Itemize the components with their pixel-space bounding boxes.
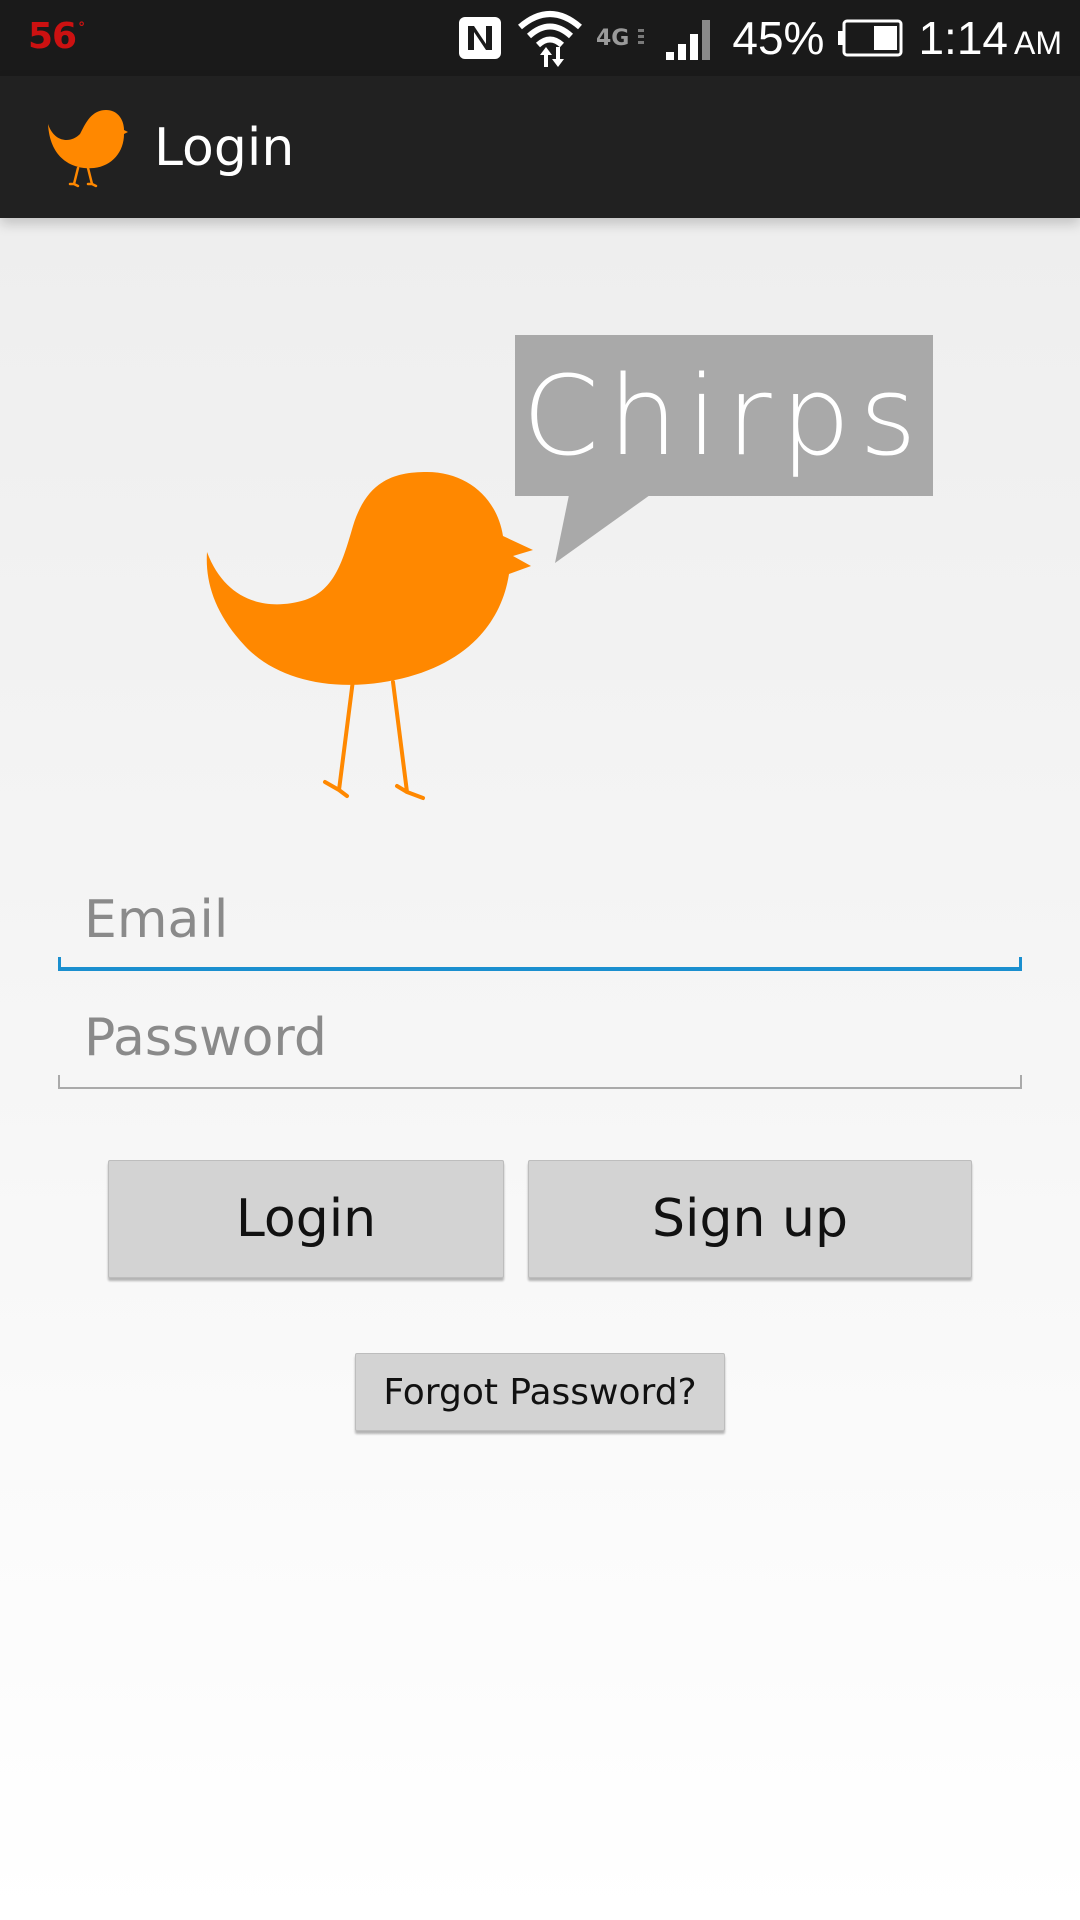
temperature-value: 56 bbox=[28, 16, 77, 57]
email-underline bbox=[58, 957, 1022, 971]
signal-icon bbox=[664, 14, 718, 62]
app-name-text: Chirps bbox=[522, 351, 926, 480]
speech-bubble-tail bbox=[555, 490, 657, 563]
page-title: Login bbox=[154, 118, 295, 178]
clock-time: 1:14 bbox=[918, 12, 1008, 64]
action-bar: Login bbox=[0, 76, 1080, 218]
speech-bubble: Chirps bbox=[515, 335, 933, 496]
bird-body bbox=[206, 472, 533, 685]
bird-icon[interactable] bbox=[44, 104, 130, 190]
temperature-unit: ° bbox=[78, 20, 85, 36]
login-button[interactable]: Login bbox=[108, 1160, 504, 1278]
nfc-icon bbox=[456, 14, 504, 62]
status-bar: 56 ° 4G 45% 1:14 AM bbox=[0, 0, 1080, 76]
password-underline bbox=[58, 1075, 1022, 1089]
password-input[interactable] bbox=[58, 988, 1022, 1088]
password-field[interactable] bbox=[58, 988, 1022, 1089]
battery-percent: 45% bbox=[732, 12, 825, 64]
4g-icon: 4G bbox=[596, 23, 650, 53]
clock: 1:14 AM bbox=[918, 11, 1062, 65]
chirps-logo: Chirps bbox=[195, 330, 945, 810]
sign-up-button[interactable]: Sign up bbox=[528, 1160, 972, 1278]
bird-leg-left bbox=[323, 678, 355, 798]
weather-temperature: 56 ° bbox=[28, 16, 85, 57]
email-field[interactable] bbox=[58, 870, 1022, 971]
email-input[interactable] bbox=[58, 870, 1022, 970]
forgot-password-button[interactable]: Forgot Password? bbox=[355, 1353, 725, 1431]
bird-leg-right bbox=[391, 680, 425, 800]
wifi-icon bbox=[518, 7, 583, 69]
clock-ampm: AM bbox=[1014, 25, 1062, 61]
network-type-text: 4G bbox=[596, 26, 629, 51]
battery-icon bbox=[838, 18, 904, 58]
status-icons: 4G 45% 1:14 AM bbox=[456, 0, 1062, 76]
